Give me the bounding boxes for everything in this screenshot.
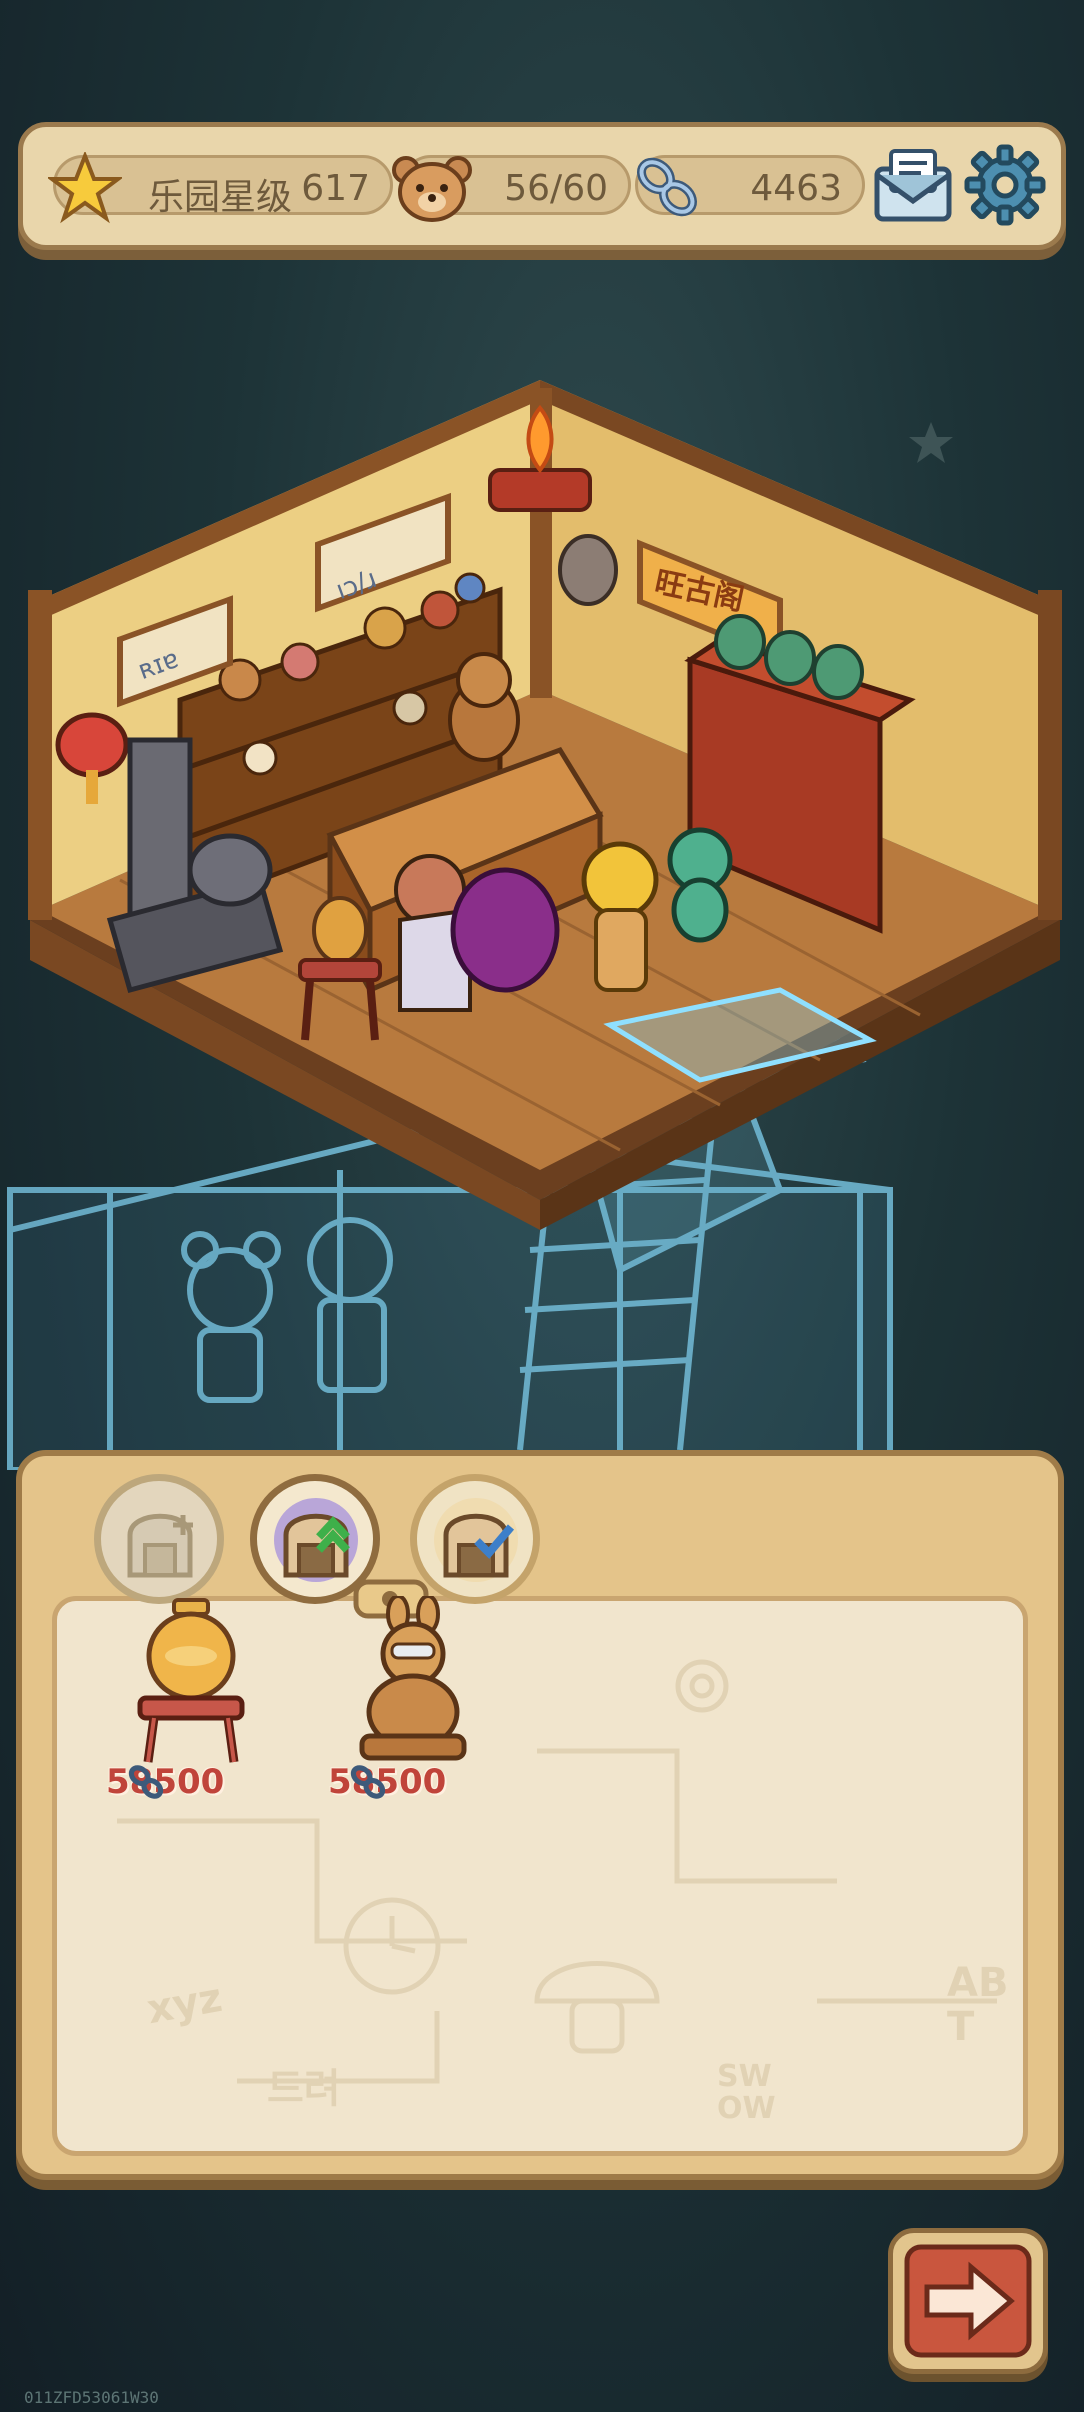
chain-link-icon — [128, 1765, 164, 1799]
arrow-right-icon — [904, 2244, 1032, 2358]
park-rating-label: 乐园星级 — [148, 177, 293, 218]
furnace-plus-icon — [127, 1513, 193, 1578]
doodle-korean: 드려 — [267, 2066, 341, 2112]
vase-on-stand-icon — [137, 1598, 245, 1763]
bear-count-pill[interactable]: 56/60 — [392, 155, 631, 222]
park-rating-pill[interactable]: 乐园星级 617 — [48, 152, 393, 224]
tab-build-new[interactable] — [94, 1474, 224, 1604]
rabbit-statue-icon — [359, 1596, 467, 1761]
link-currency-pill[interactable]: 4463 — [635, 155, 865, 217]
shop-scene[interactable]: 旺古阁 ʀɪɐ ıɔ/ɹ — [0, 270, 1084, 1473]
link-currency-value: 4463 — [750, 168, 842, 209]
bear-icon — [392, 156, 472, 222]
price-tag: 58500 — [106, 1762, 224, 1802]
next-button[interactable] — [888, 2228, 1048, 2374]
furnace-check-icon — [434, 1498, 518, 1582]
resource-bar: 乐园星级 617 56/60 4463 — [18, 122, 1066, 250]
doodle-swow: SW OW — [717, 2059, 776, 2126]
shop-item-rabbit-statue[interactable]: 58500 — [328, 1596, 498, 1816]
shop-item-vase[interactable]: 58500 — [106, 1596, 276, 1816]
build-id-text: 011ZFD53061W30 — [24, 2388, 159, 2407]
park-rating-value: 617 — [301, 168, 370, 209]
star-icon — [48, 152, 122, 224]
doodle-abt: AB T — [947, 1960, 1009, 2050]
price-tag: 58500 — [328, 1762, 446, 1802]
build-panel: xyz SW OW AB T 드려 58500 58500 — [16, 1450, 1064, 2180]
gear-icon[interactable] — [963, 143, 1047, 227]
furnace-upgrade-icon — [274, 1498, 358, 1582]
chain-link-icon — [637, 157, 697, 217]
bear-count-value: 56/60 — [504, 168, 608, 209]
mail-icon[interactable] — [871, 145, 955, 225]
star-decoration-icon — [909, 422, 953, 463]
shop-room — [28, 380, 1062, 1230]
chain-link-icon — [350, 1765, 386, 1799]
